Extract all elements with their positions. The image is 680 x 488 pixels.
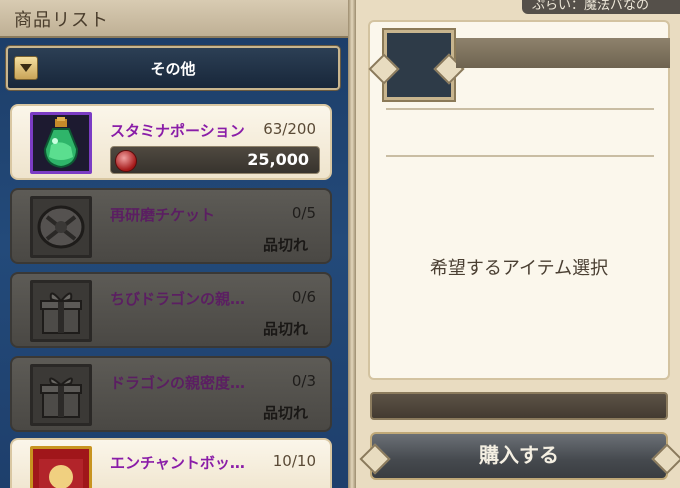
list-item-stamina-potion[interactable]: スタミナポーション 63/200 25,000: [10, 104, 332, 180]
gift-box-icon: [30, 280, 92, 342]
item-stock: 0/6: [291, 288, 316, 306]
select-prompt: 希望するアイテム選択: [429, 258, 609, 279]
quantity-bar: [370, 392, 668, 420]
category-label: その他: [150, 60, 196, 78]
price-value: 25,000: [247, 150, 309, 169]
item-stock: 0/3: [291, 372, 316, 390]
list-item-enchant-box[interactable]: エンチャントボッ… 10/10: [10, 438, 332, 488]
ruby-currency-icon: [115, 150, 137, 172]
item-stock: 63/200: [263, 120, 316, 138]
shield-ticket-icon: [30, 196, 92, 258]
gift-box-icon: [30, 364, 92, 426]
item-stock: 0/5: [291, 204, 316, 222]
buy-button[interactable]: 購入する: [370, 432, 668, 480]
item-name: ドラゴンの親密度…: [110, 374, 246, 392]
price-box: 25,000: [110, 146, 320, 174]
enchant-box-icon: [30, 446, 92, 488]
sold-out-label: 品切れ: [262, 236, 308, 254]
list-title: 商品リスト: [14, 10, 109, 31]
list-item-regrind-ticket[interactable]: 再研磨チケット 0/5 品切れ: [10, 188, 332, 264]
item-stock: 10/10: [272, 452, 316, 470]
divider-line: [386, 155, 654, 157]
list-item-chibi-dragon[interactable]: ちびドラゴンの親… 0/6 品切れ: [10, 272, 332, 348]
divider-line: [386, 108, 654, 110]
potion-icon: [30, 112, 92, 174]
status-tab: ぷらい：魔法バなの: [522, 0, 680, 14]
item-name: スタミナポーション: [110, 122, 245, 140]
status-text: ぷらい：魔法バなの: [532, 0, 650, 13]
panel-divider: [348, 0, 356, 488]
category-dropdown[interactable]: その他: [6, 46, 340, 90]
product-list-panel: 商品リスト その他 スタミナポーション 63/200 25,000 再研磨チケッ…: [0, 0, 350, 488]
sold-out-label: 品切れ: [262, 404, 308, 422]
item-name-bar: [456, 38, 670, 68]
list-header: 商品リスト: [0, 0, 348, 38]
sold-out-label: 品切れ: [262, 320, 308, 338]
item-name: エンチャントボッ…: [110, 454, 245, 472]
item-name: ちびドラゴンの親…: [110, 290, 246, 308]
list-item-dragon-affinity[interactable]: ドラゴンの親密度… 0/3 品切れ: [10, 356, 332, 432]
item-name: 再研磨チケット: [110, 206, 216, 224]
